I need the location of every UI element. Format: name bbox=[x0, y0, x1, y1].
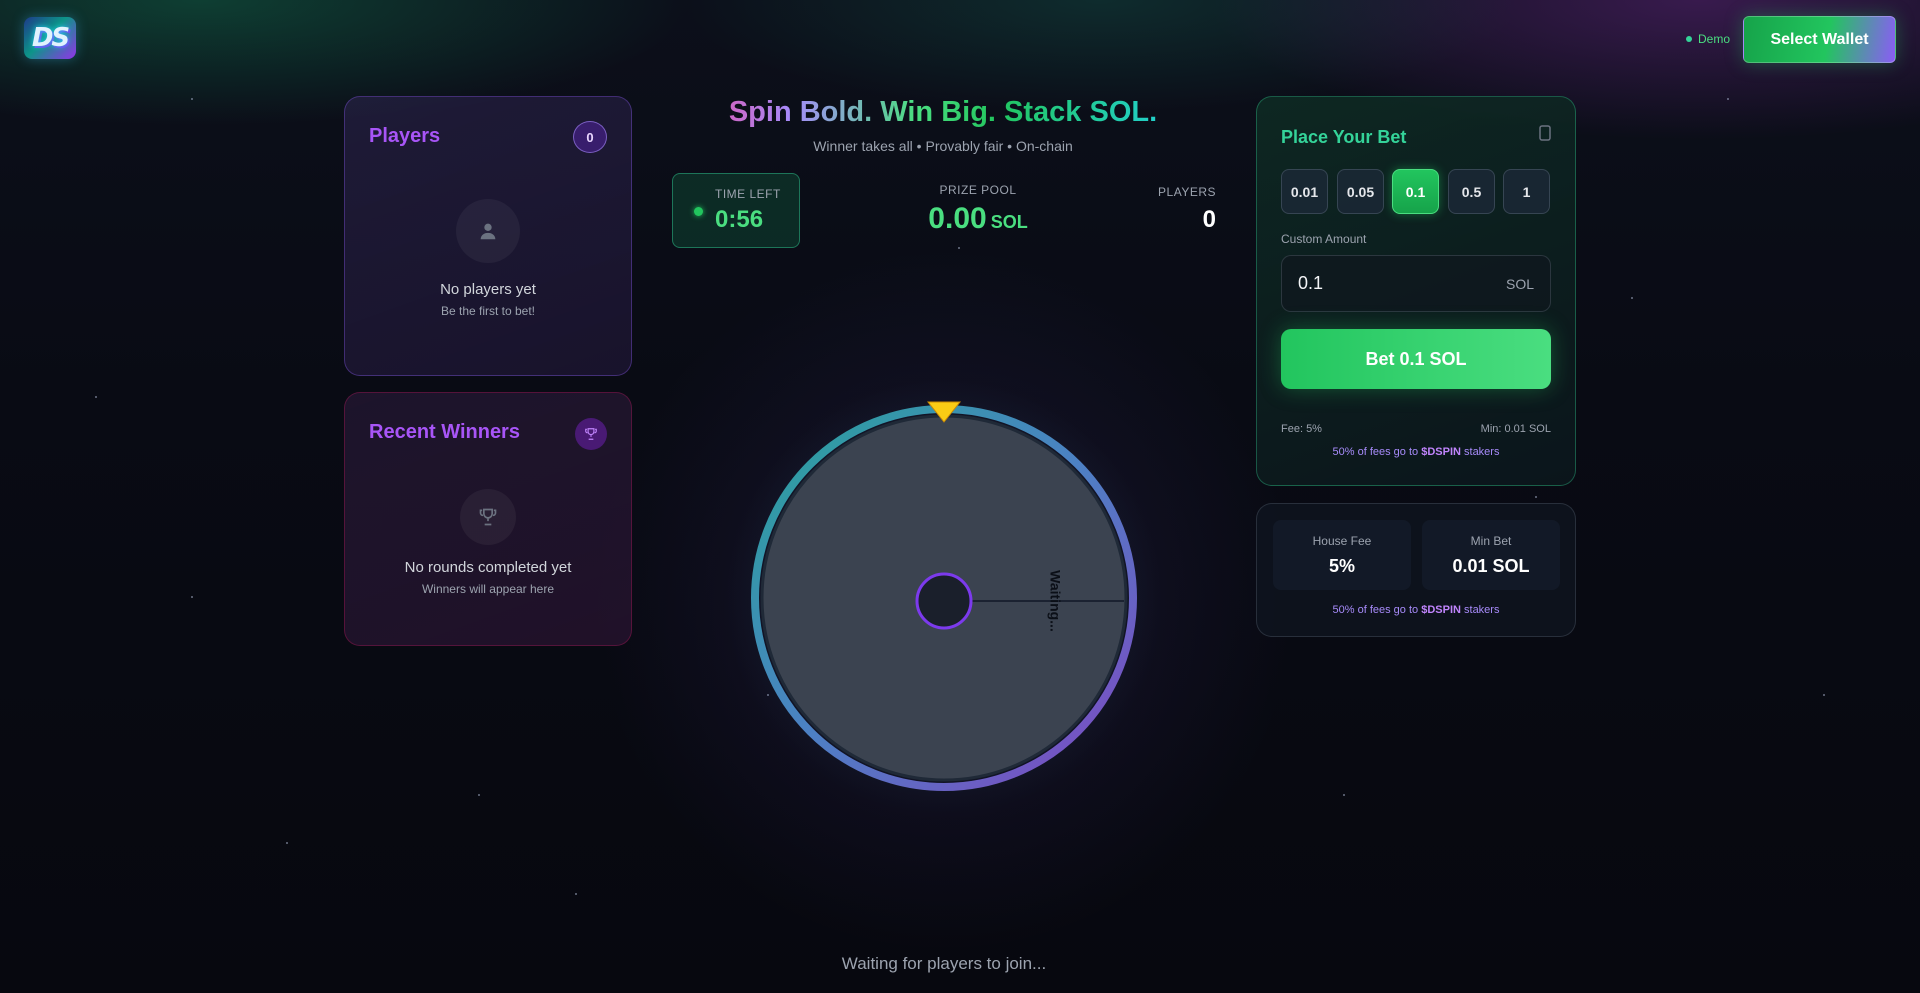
user-icon bbox=[456, 199, 520, 263]
trophy-icon bbox=[460, 489, 516, 545]
select-wallet-button[interactable]: Select Wallet bbox=[1743, 16, 1896, 63]
place-bet-panel: Place Your Bet 0.01 0.05 0.1 0.5 1 Custo… bbox=[1256, 96, 1576, 486]
wheel-waiting-label: Waiting... bbox=[1047, 570, 1063, 632]
star bbox=[286, 842, 288, 844]
recent-winners-panel: Recent Winners No rounds completed yet W… bbox=[344, 392, 632, 646]
time-left-value: 0:56 bbox=[715, 206, 764, 233]
players-title: Players bbox=[369, 125, 441, 147]
place-bet-title: Place Your Bet bbox=[1281, 127, 1407, 147]
house-fee-card: House Fee 5% bbox=[1273, 520, 1411, 590]
amount-unit: SOL bbox=[1505, 276, 1534, 292]
bet-chip-selected[interactable]: 0.1 bbox=[1392, 169, 1439, 214]
winners-empty-subtitle: Winners will appear here bbox=[421, 582, 555, 596]
logo[interactable]: DS bbox=[24, 17, 76, 59]
prize-pool-value: 0.00 SOL bbox=[878, 202, 1078, 236]
subheadline: Winner takes all • Provably fair • On-ch… bbox=[813, 138, 1073, 154]
wheel-hub bbox=[915, 572, 973, 630]
min-bet-text: Min: 0.01 SOL bbox=[1480, 423, 1551, 435]
players-empty-title: No players yet bbox=[440, 281, 536, 298]
bet-chip[interactable]: 1 bbox=[1503, 169, 1550, 214]
star bbox=[191, 98, 193, 100]
custom-amount-input[interactable] bbox=[1298, 273, 1478, 294]
star bbox=[575, 893, 577, 895]
custom-amount-field[interactable]: SOL bbox=[1281, 255, 1551, 312]
info-icon[interactable] bbox=[1539, 125, 1551, 144]
bet-chip[interactable]: 0.01 bbox=[1281, 169, 1328, 214]
star bbox=[191, 596, 193, 598]
star bbox=[1631, 297, 1633, 299]
spin-wheel: Waiting... bbox=[751, 401, 1137, 791]
demo-mode-indicator: Demo bbox=[1686, 32, 1730, 46]
min-bet-value: 0.01 SOL bbox=[1452, 556, 1530, 576]
place-bet-button[interactable]: Bet 0.1 SOL bbox=[1281, 329, 1551, 389]
headline: Spin Bold. Win Big. Stack SOL. bbox=[672, 96, 1214, 129]
trophy-icon bbox=[575, 418, 607, 450]
demo-label: Demo bbox=[1698, 32, 1731, 46]
custom-amount-label: Custom Amount bbox=[1281, 232, 1367, 246]
time-left-box: TIME LEFT 0:56 bbox=[672, 173, 800, 248]
prize-pool-unit: SOL bbox=[990, 212, 1028, 232]
bet-chip[interactable]: 0.5 bbox=[1448, 169, 1495, 214]
star bbox=[478, 794, 480, 796]
house-fee-label: House Fee bbox=[1312, 534, 1372, 548]
prize-pool-label: PRIZE POOL bbox=[939, 183, 1017, 197]
players-stat-value: 0 bbox=[1202, 206, 1216, 233]
status-dot bbox=[1686, 36, 1692, 42]
stakers-note: 50% of fees go to $DSPIN stakers bbox=[1332, 604, 1500, 616]
star bbox=[958, 247, 960, 249]
stakers-note: 50% of fees go to $DSPIN stakers bbox=[1332, 446, 1500, 458]
house-fee-value: 5% bbox=[1328, 556, 1355, 576]
players-panel: Players 0 No players yet Be the first to… bbox=[344, 96, 632, 376]
players-empty-subtitle: Be the first to bet! bbox=[440, 304, 536, 318]
star bbox=[1823, 694, 1825, 696]
star bbox=[1535, 496, 1537, 498]
players-count-badge: 0 bbox=[573, 121, 607, 153]
time-left-label: TIME LEFT bbox=[715, 187, 781, 201]
min-bet-card: Min Bet 0.01 SOL bbox=[1422, 520, 1560, 590]
fee-text: Fee: 5% bbox=[1281, 423, 1322, 435]
bet-chip[interactable]: 0.05 bbox=[1337, 169, 1384, 214]
players-stat-label: PLAYERS bbox=[1158, 185, 1216, 199]
star bbox=[95, 396, 97, 398]
winners-empty-title: No rounds completed yet bbox=[404, 559, 572, 576]
fee-stats-panel: House Fee 5% Min Bet 0.01 SOL 50% of fee… bbox=[1256, 503, 1576, 637]
star bbox=[1343, 794, 1345, 796]
prize-pool-amount: 0.00 bbox=[928, 202, 987, 235]
star bbox=[1727, 98, 1729, 100]
timer-live-dot bbox=[694, 207, 703, 216]
recent-winners-title: Recent Winners bbox=[369, 421, 520, 443]
round-status-text: Waiting for players to join... bbox=[841, 954, 1047, 973]
min-bet-label: Min Bet bbox=[1470, 534, 1512, 548]
